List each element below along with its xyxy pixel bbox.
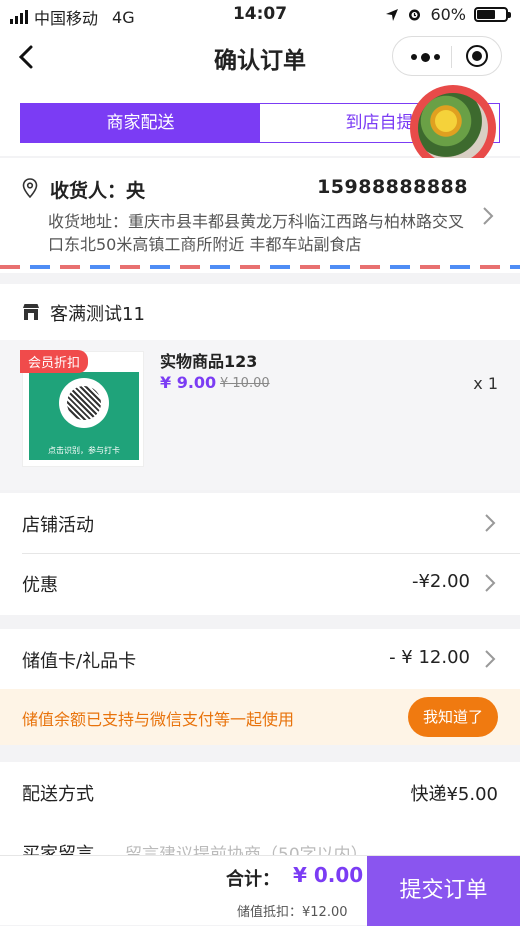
stored-card-group: 储值卡/礼品卡 - ¥ 12.00 bbox=[0, 629, 520, 689]
product-quantity: x 1 bbox=[473, 374, 498, 393]
battery-percent: 60% bbox=[430, 5, 466, 24]
total-value: ¥ 0.00 bbox=[293, 863, 364, 887]
product-price: ¥ 9.00 bbox=[160, 373, 217, 392]
stored-card-value: - ¥ 12.00 bbox=[389, 647, 470, 668]
delivery-method-group: 配送方式 快递¥5.00 bbox=[0, 762, 520, 822]
delivery-address: 收货地址：重庆市县丰都县黄龙万科临江西路与柏林路交叉口东北50米高镇工商所附近 … bbox=[48, 212, 465, 254]
stored-card-label: 储值卡/礼品卡 bbox=[22, 651, 137, 672]
address-card[interactable]: 收货人：央 15988888888 收货地址：重庆市县丰都县黄龙万科临江西路与柏… bbox=[0, 158, 520, 273]
checkout-bar: 合计： ¥ 0.00 储值抵扣：¥12.00 提交订单 bbox=[0, 855, 520, 926]
stored-card-row[interactable]: 储值卡/礼品卡 - ¥ 12.00 bbox=[0, 629, 520, 689]
store-activity-label: 店铺活动 bbox=[22, 515, 94, 536]
delivery-method-row: 配送方式 快递¥5.00 bbox=[0, 762, 520, 822]
notice-text: 储值余额已支持与微信支付等一起使用 bbox=[22, 710, 295, 729]
nav-bar: 确认订单 bbox=[0, 30, 520, 86]
qr-code-image: 点击识别，参与打卡 bbox=[29, 372, 139, 460]
location-arrow-icon bbox=[386, 8, 399, 21]
tab-merchant-delivery[interactable]: 商家配送 bbox=[21, 104, 260, 142]
store-icon bbox=[23, 304, 39, 320]
discount-row[interactable]: 优惠 -¥2.00 bbox=[0, 553, 520, 613]
chevron-right-icon bbox=[483, 207, 494, 225]
recipient-name: 收货人：央 bbox=[50, 180, 146, 202]
more-options-icon[interactable] bbox=[411, 52, 440, 62]
store-name: 客满测试11 bbox=[50, 304, 145, 325]
total-label: 合计： bbox=[226, 869, 280, 890]
delivery-method-label: 配送方式 bbox=[22, 784, 94, 805]
capsule-divider bbox=[451, 46, 452, 68]
chevron-right-icon bbox=[485, 650, 496, 668]
promotions-group: 店铺活动 优惠 -¥2.00 bbox=[0, 493, 520, 615]
thumbnail-caption: 点击识别，参与打卡 bbox=[48, 446, 120, 455]
chevron-right-icon bbox=[485, 574, 496, 592]
address-envelope-stripe bbox=[0, 265, 520, 269]
product-original-price: ¥ 10.00 bbox=[220, 376, 270, 391]
status-right: 60% bbox=[385, 5, 511, 24]
product-item: 点击识别，参与打卡 会员折扣 实物商品123 ¥ 9.00 ¥ 10.00 x … bbox=[0, 340, 520, 490]
location-pin-icon bbox=[22, 178, 38, 198]
recipient-phone: 15988888888 bbox=[317, 176, 468, 198]
mini-program-capsule bbox=[392, 36, 502, 76]
member-discount-badge: 会员折扣 bbox=[20, 350, 89, 373]
product-name: 实物商品123 bbox=[160, 352, 258, 371]
battery-icon bbox=[474, 7, 511, 22]
delivery-method-value: 快递¥5.00 bbox=[410, 784, 498, 805]
status-bar: 中国移动 4G 14:07 60% bbox=[0, 0, 520, 30]
close-mini-program-icon[interactable] bbox=[466, 45, 488, 67]
stored-balance-notice: 储值余额已支持与微信支付等一起使用 我知道了 bbox=[0, 689, 520, 745]
submit-order-button[interactable]: 提交订单 bbox=[367, 856, 520, 926]
stored-deduction: 储值抵扣：¥12.00 bbox=[237, 905, 348, 920]
store-header: 客满测试11 bbox=[0, 284, 520, 340]
store-activity-row[interactable]: 店铺活动 bbox=[0, 493, 520, 553]
discount-label: 优惠 bbox=[22, 575, 58, 596]
flower-avatar-image bbox=[418, 93, 488, 163]
alarm-icon bbox=[409, 9, 421, 21]
discount-value: -¥2.00 bbox=[411, 571, 470, 592]
got-it-button[interactable]: 我知道了 bbox=[408, 697, 498, 737]
chevron-right-icon bbox=[485, 514, 496, 532]
